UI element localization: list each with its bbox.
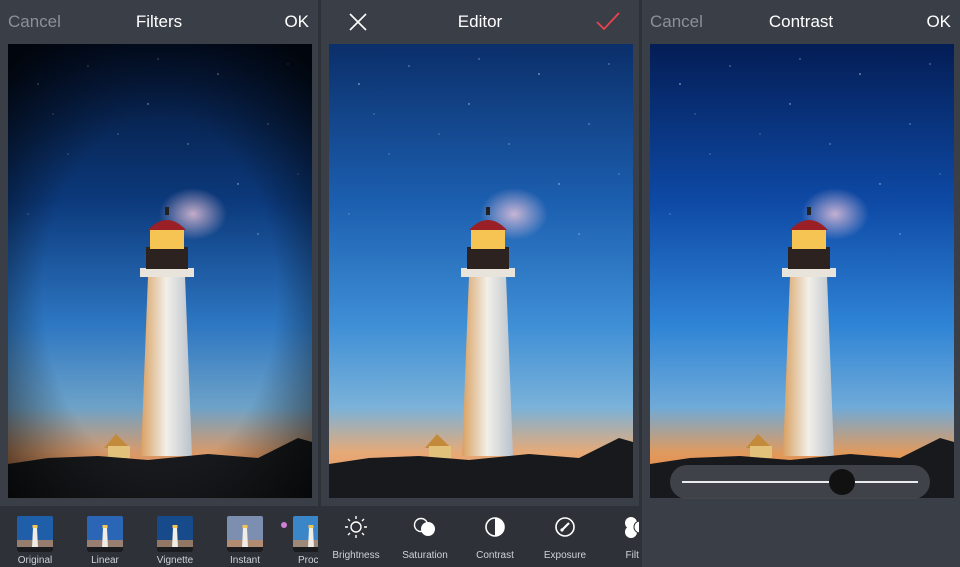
close-icon[interactable] bbox=[348, 12, 368, 37]
tool-label: Contrast bbox=[476, 550, 514, 561]
lighthouse-thumbnail-icon bbox=[227, 516, 263, 552]
contrast-slider[interactable] bbox=[670, 465, 930, 499]
editor-topbar: Editor bbox=[321, 0, 639, 44]
photo-preview bbox=[650, 44, 954, 498]
tool-filte[interactable]: Filte bbox=[600, 514, 639, 561]
filter-strip: Original Linear Vignette Instant Proce bbox=[0, 506, 318, 567]
lighthouse-thumbnail-icon bbox=[293, 516, 318, 552]
photo-preview bbox=[8, 44, 312, 498]
filter-thumb-vignette[interactable]: Vignette bbox=[147, 514, 203, 566]
filters-icon bbox=[600, 514, 639, 540]
lighthouse-thumbnail-icon bbox=[17, 516, 53, 552]
contrast-panel: Cancel Contrast OK bbox=[642, 0, 960, 567]
ok-button[interactable]: OK bbox=[284, 0, 309, 44]
editor-panel: Editor Brightness Saturation Contrast Expos… bbox=[321, 0, 639, 567]
photo-preview bbox=[329, 44, 633, 498]
slider-track[interactable] bbox=[682, 481, 918, 483]
cancel-button[interactable]: Cancel bbox=[8, 0, 61, 44]
exposure-icon bbox=[530, 514, 600, 540]
filter-thumb-original[interactable]: Original bbox=[7, 514, 63, 566]
filter-label: Vignette bbox=[156, 555, 194, 566]
tool-exposure[interactable]: Exposure bbox=[530, 514, 600, 561]
sun-icon bbox=[321, 514, 391, 540]
tool-label: Filte bbox=[625, 550, 639, 561]
filter-thumb-linear[interactable]: Linear bbox=[77, 514, 133, 566]
tool-saturation[interactable]: Saturation bbox=[390, 514, 460, 561]
filter-label: Proce bbox=[297, 555, 318, 566]
filter-label: Linear bbox=[91, 555, 119, 566]
slider-knob[interactable] bbox=[829, 469, 856, 495]
filter-label: Instant bbox=[229, 555, 261, 566]
tool-strip: Brightness Saturation Contrast Exposure Filt… bbox=[321, 506, 639, 567]
filters-panel: Cancel Filters OK Original Linear Vignette… bbox=[0, 0, 318, 567]
filters-topbar: Cancel Filters OK bbox=[0, 0, 318, 44]
ok-button[interactable]: OK bbox=[926, 0, 951, 44]
filter-thumb-proce[interactable]: Proce bbox=[283, 514, 318, 566]
saturation-icon bbox=[390, 514, 460, 540]
tool-contrast[interactable]: Contrast bbox=[460, 514, 530, 561]
tool-label: Brightness bbox=[332, 550, 380, 561]
tool-brightness[interactable]: Brightness bbox=[321, 514, 391, 561]
filter-label: Original bbox=[17, 555, 53, 566]
cancel-button[interactable]: Cancel bbox=[650, 0, 703, 44]
filter-thumb-instant[interactable]: Instant bbox=[217, 514, 273, 566]
lighthouse-thumbnail-icon bbox=[157, 516, 193, 552]
contrast-icon bbox=[460, 514, 530, 540]
checkmark-icon[interactable] bbox=[595, 10, 621, 37]
tool-label: Exposure bbox=[543, 550, 587, 561]
contrast-topbar: Cancel Contrast OK bbox=[642, 0, 960, 44]
page-title: Editor bbox=[457, 12, 503, 31]
selection-dot bbox=[281, 522, 287, 528]
lighthouse-thumbnail-icon bbox=[87, 516, 123, 552]
tool-label: Saturation bbox=[402, 550, 448, 561]
